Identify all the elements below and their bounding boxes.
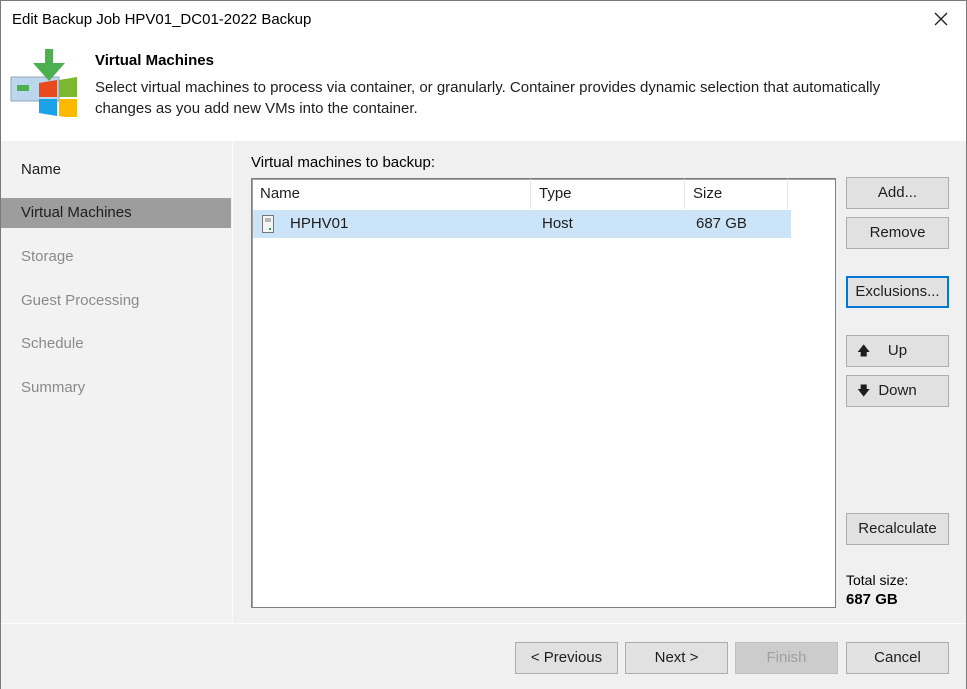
vm-list-label: Virtual machines to backup:	[251, 154, 435, 171]
nav-item-name[interactable]: Name	[1, 155, 231, 185]
vm-size: 687 GB	[696, 215, 747, 232]
recalculate-button[interactable]: Recalculate	[846, 513, 949, 545]
wizard-nav: Name Virtual Machines Storage Guest Proc…	[1, 141, 233, 623]
down-label: Down	[878, 382, 917, 399]
table-row[interactable]: HPHV01 Host 687 GB	[253, 210, 791, 238]
window-title: Edit Backup Job HPV01_DC01-2022 Backup	[12, 11, 312, 28]
host-server-icon	[262, 215, 274, 233]
total-size-value: 687 GB	[846, 591, 898, 608]
total-size-label: Total size:	[846, 572, 909, 588]
vm-type: Host	[542, 215, 573, 232]
down-button[interactable]: 🡇 Down	[846, 375, 949, 407]
wizard-body: Name Virtual Machines Storage Guest Proc…	[1, 141, 966, 623]
vm-list[interactable]: Name Type Size HPHV01 Host 687 GB	[251, 178, 836, 608]
vm-name: HPHV01	[290, 215, 349, 232]
wizard-header: Virtual Machines Select virtual machines…	[1, 39, 966, 141]
wizard-footer: < Previous Next > Finish Cancel	[1, 623, 966, 689]
add-button[interactable]: Add...	[846, 177, 949, 209]
close-icon[interactable]	[930, 8, 952, 30]
cancel-button[interactable]: Cancel	[846, 642, 949, 674]
arrow-up-icon: 🡅	[857, 343, 871, 358]
column-header-type[interactable]: Type	[531, 179, 685, 209]
nav-item-virtual-machines[interactable]: Virtual Machines	[1, 198, 231, 228]
title-bar: Edit Backup Job HPV01_DC01-2022 Backup	[1, 1, 966, 39]
step-title: Virtual Machines	[95, 52, 214, 69]
finish-button[interactable]: Finish	[735, 642, 838, 674]
arrow-down-icon: 🡇	[857, 383, 871, 398]
next-button[interactable]: Next >	[625, 642, 728, 674]
remove-button[interactable]: Remove	[846, 217, 949, 249]
edit-backup-job-window: Edit Backup Job HPV01_DC01-2022 Backup V…	[0, 0, 967, 689]
up-label: Up	[887, 342, 908, 359]
nav-item-schedule[interactable]: Schedule	[1, 329, 231, 359]
up-button[interactable]: 🡅 Up	[846, 335, 949, 367]
step-description: Select virtual machines to process via c…	[95, 79, 881, 117]
backup-windows-icon	[10, 49, 77, 117]
nav-item-guest-processing[interactable]: Guest Processing	[1, 286, 231, 316]
previous-button[interactable]: < Previous	[515, 642, 618, 674]
column-header-name[interactable]: Name	[252, 179, 531, 209]
nav-item-storage[interactable]: Storage	[1, 242, 231, 272]
column-header-size[interactable]: Size	[685, 179, 788, 209]
nav-item-summary[interactable]: Summary	[1, 373, 231, 403]
exclusions-button[interactable]: Exclusions...	[846, 276, 949, 308]
